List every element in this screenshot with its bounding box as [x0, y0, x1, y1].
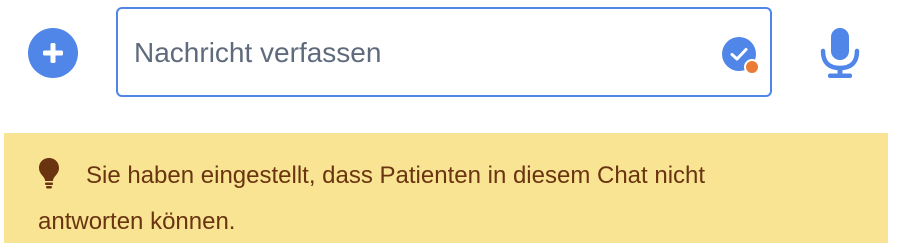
check-badge-button[interactable] [722, 37, 760, 75]
add-attachment-button[interactable] [28, 28, 78, 78]
plus-circle-icon [43, 43, 63, 63]
chat-composer-area: Sie haben eingestellt, dass Patienten in… [0, 0, 898, 247]
message-field[interactable] [116, 7, 772, 97]
status-dot [744, 59, 760, 75]
message-input[interactable] [134, 33, 694, 73]
composer-row [0, 0, 898, 112]
microphone-button[interactable] [818, 26, 862, 80]
info-banner: Sie haben eingestellt, dass Patienten in… [4, 133, 888, 243]
microphone-icon [820, 28, 860, 78]
banner-text: Sie haben eingestellt, dass Patienten in… [38, 162, 706, 235]
